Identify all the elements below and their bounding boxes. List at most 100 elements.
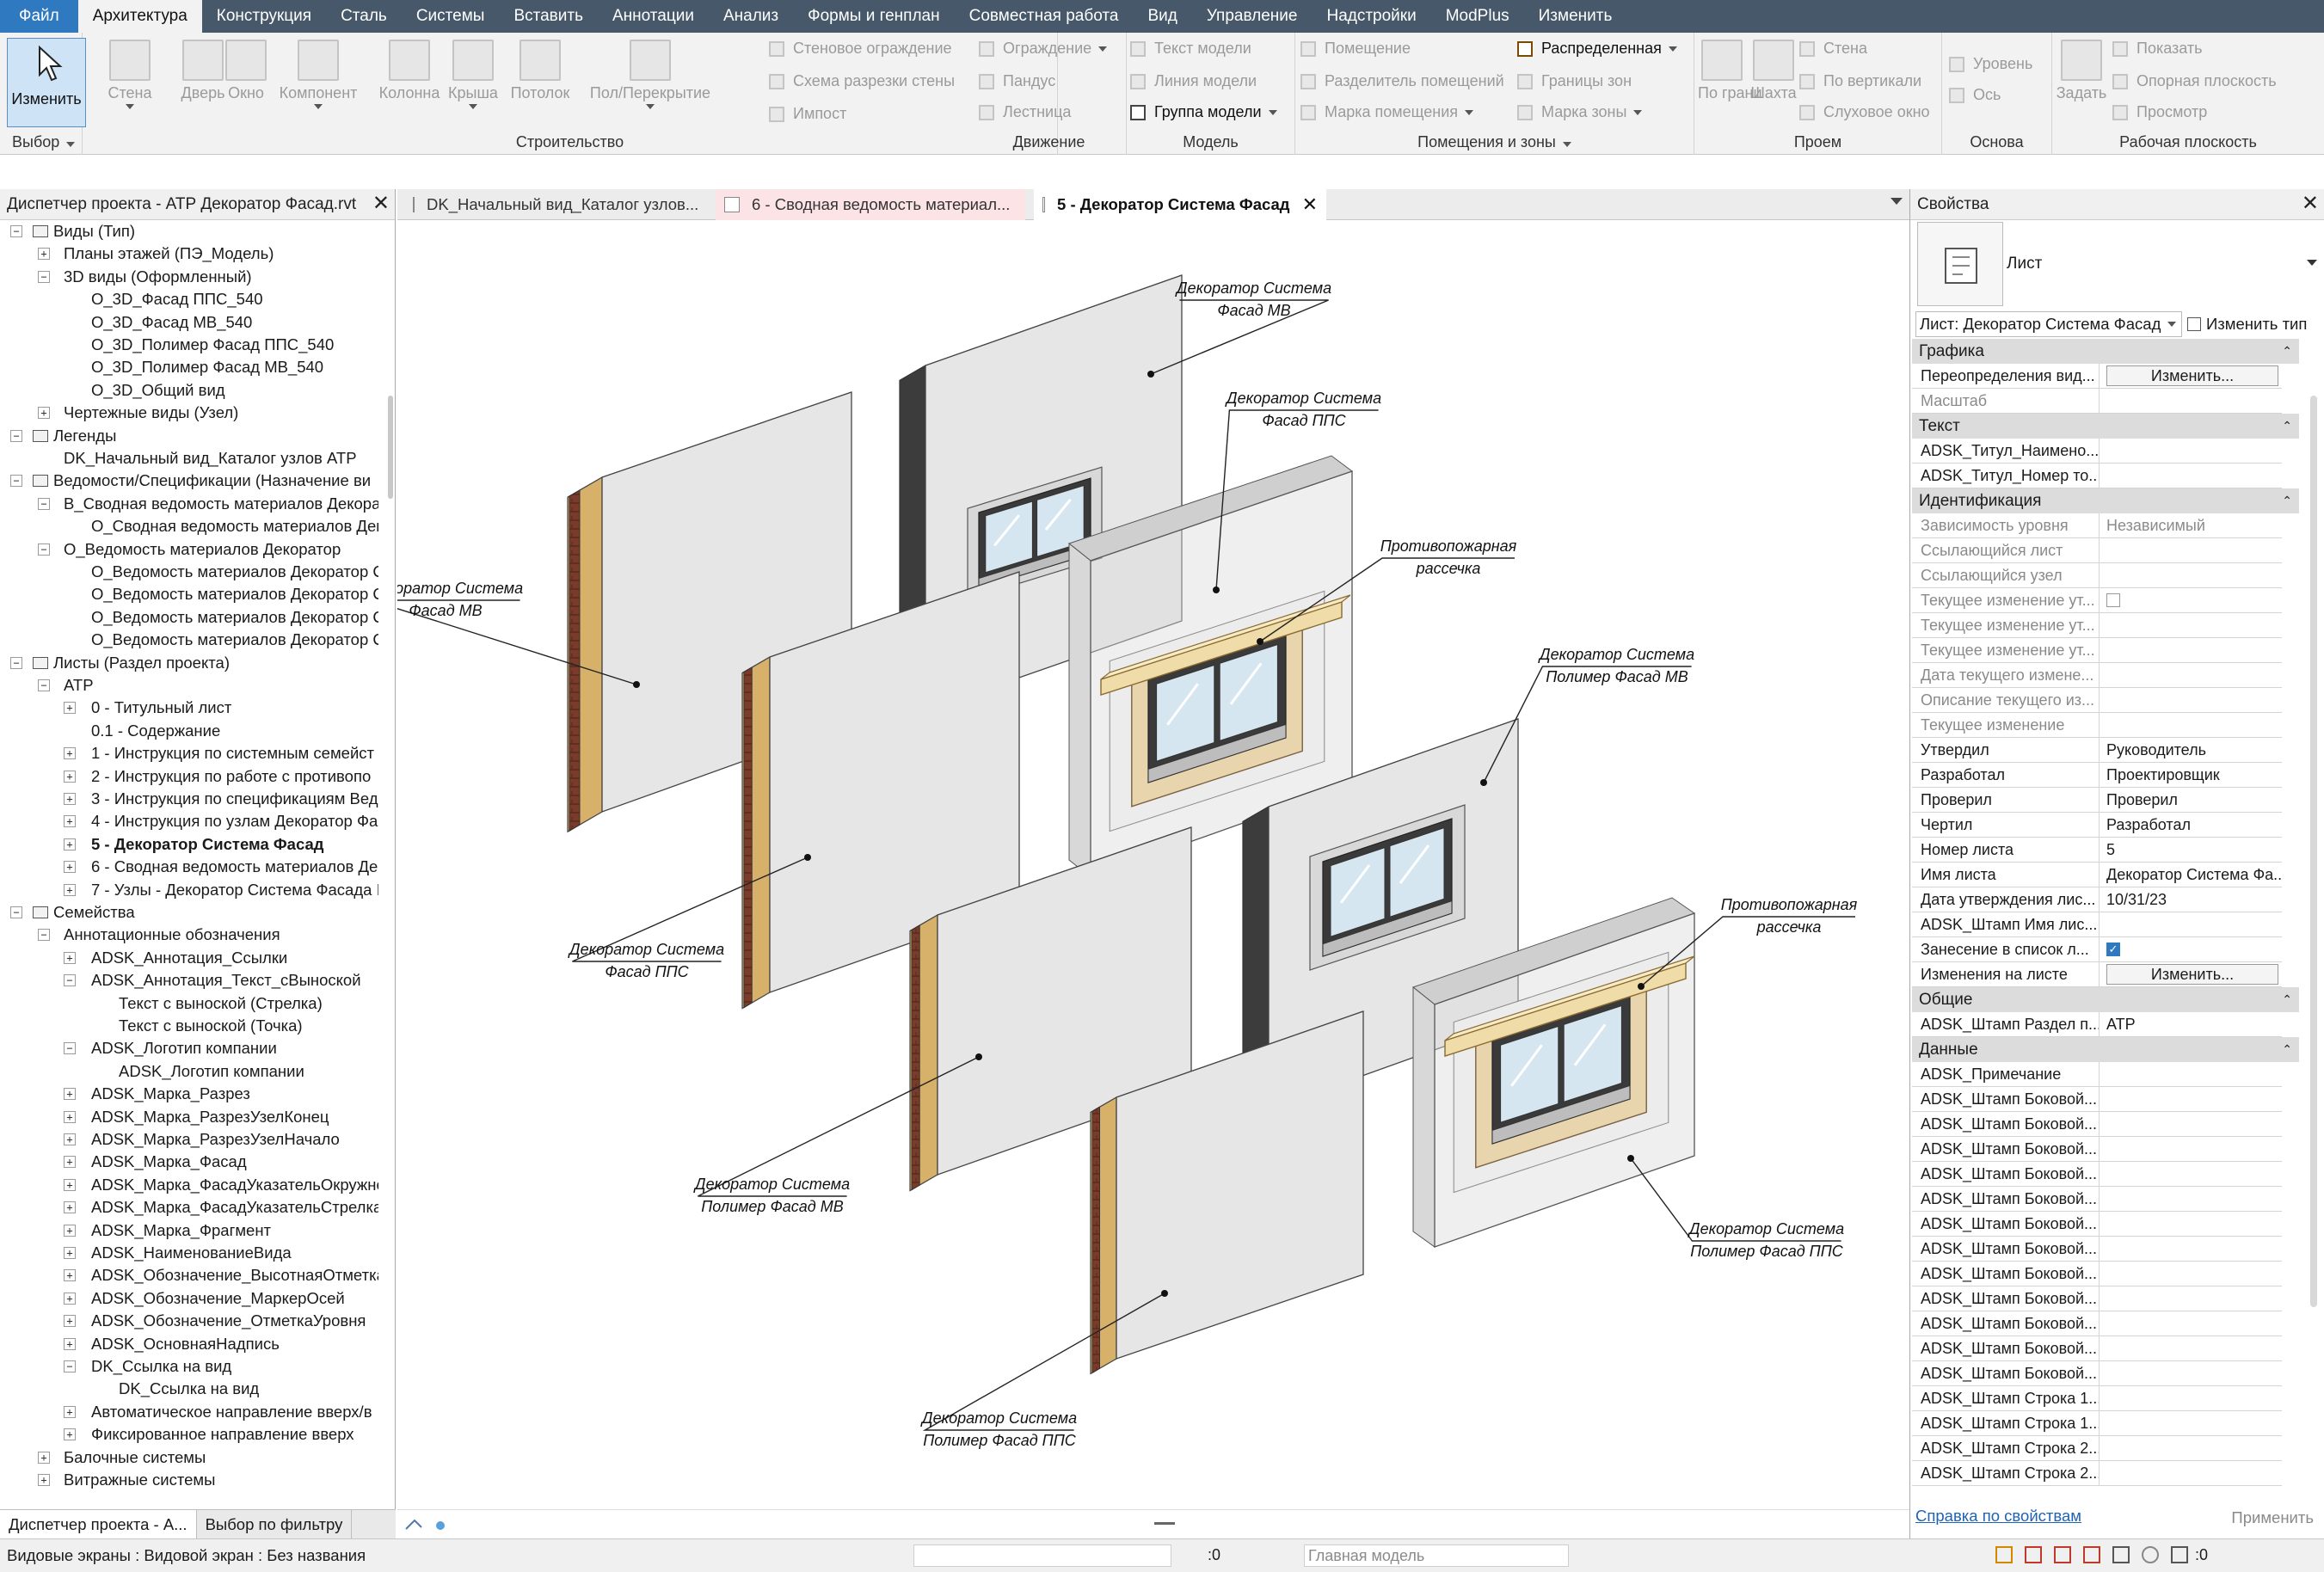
set-workplane-button[interactable]: Задать (2056, 36, 2107, 102)
property-value[interactable] (2101, 1386, 2282, 1410)
collapse-icon[interactable]: − (64, 1042, 76, 1055)
tree-item[interactable]: ADSK_Логотип компании (119, 1060, 304, 1083)
tree-item[interactable]: 0 - Титульный лист (91, 697, 231, 719)
property-row[interactable]: Номер листа 5 (1912, 838, 2282, 863)
checkbox[interactable] (2106, 593, 2120, 607)
tree-item[interactable]: ADSK_Марка_ФасадУказательОкружно (91, 1174, 378, 1196)
expand-icon[interactable]: + (64, 1315, 76, 1328)
expand-icon[interactable]: + (64, 838, 76, 850)
property-row[interactable]: ADSK_Титул_Номер то... (1912, 464, 2282, 488)
expand-icon[interactable]: + (64, 1337, 76, 1350)
tree-item[interactable]: 1 - Инструкция по системным семейст (91, 742, 374, 765)
property-value[interactable] (2101, 713, 2282, 737)
tree-item[interactable]: О_3D_Полимер Фасад МВ_540 (91, 356, 323, 378)
property-value[interactable]: Разработал (2101, 813, 2282, 837)
property-group-header[interactable]: Графика ⌃ (1912, 339, 2299, 364)
property-value[interactable] (2101, 613, 2282, 637)
tree-item[interactable]: ADSK_Марка_ФасадУказательСтрелка (91, 1196, 378, 1219)
tree-item[interactable]: 3D виды (Оформленный) (64, 266, 252, 288)
collapse-icon[interactable]: − (38, 679, 50, 691)
property-value[interactable]: Руководитель (2101, 738, 2282, 762)
select-by-face-icon[interactable] (2083, 1546, 2100, 1563)
select-pinned-icon[interactable] (2054, 1546, 2071, 1563)
property-value[interactable]: 10/31/23 (2101, 887, 2282, 912)
tree-item[interactable]: DK_Ссылка на вид (119, 1378, 259, 1400)
ribbon-tab-6[interactable]: Аннотации (598, 0, 709, 33)
property-value[interactable] (2101, 1087, 2282, 1111)
room-tag-button[interactable]: Марка помещения (1300, 103, 1474, 121)
tree-item[interactable]: В_Сводная ведомость материалов Декорат (64, 493, 378, 515)
expand-icon[interactable]: + (64, 815, 76, 828)
property-value[interactable] (2101, 1162, 2282, 1186)
tree-item[interactable]: Легенды (33, 425, 116, 447)
tree-item[interactable]: ADSK_Марка_РазрезУзелКонец (91, 1106, 329, 1128)
property-value[interactable] (2101, 1187, 2282, 1211)
property-value[interactable]: Изменить... (2101, 364, 2282, 388)
ceiling-button[interactable]: Потолок (506, 36, 575, 102)
wall-opening-button[interactable]: Стена (1799, 40, 1867, 58)
ribbon-tab-2[interactable]: Конструкция (202, 0, 326, 33)
expand-icon[interactable]: + (64, 1405, 76, 1418)
property-row[interactable]: Текущее изменение (1912, 713, 2282, 738)
area-button[interactable]: Распределенная (1517, 40, 1677, 58)
tree-item[interactable]: Чертежные виды (Узел) (64, 402, 238, 424)
expand-icon[interactable]: + (64, 1156, 76, 1169)
property-row[interactable]: Описание текущего из... (1912, 688, 2282, 713)
expand-icon[interactable]: + (64, 883, 76, 896)
select-underlay-icon[interactable] (2025, 1546, 2042, 1563)
stair-button[interactable]: Лестница (979, 103, 1071, 121)
hscroll-thumb[interactable] (1154, 1522, 1175, 1525)
property-row[interactable]: Занесение в список л... ✓ (1912, 937, 2282, 962)
property-value[interactable] (2101, 1237, 2282, 1261)
tree-item[interactable]: ADSK_Аннотация_Текст_сВыноской (91, 969, 361, 992)
close-icon[interactable]: ✕ (2302, 193, 2319, 215)
tree-item[interactable]: ADSK_Марка_РазрезУзелНачало (91, 1128, 340, 1151)
property-value[interactable] (2101, 389, 2282, 413)
property-value[interactable] (2101, 1411, 2282, 1435)
drawing-canvas[interactable]: Декоратор Система Фасад МВ Декоратор Систе… (397, 220, 1909, 1509)
property-row[interactable]: Имя листа Декоратор Система Фа... (1912, 863, 2282, 887)
collapse-icon[interactable]: − (38, 929, 50, 942)
tab-filter-selection[interactable]: Выбор по фильтру (197, 1510, 353, 1539)
dormer-button[interactable]: Слуховое окно (1799, 103, 1930, 121)
ribbon-tab-7[interactable]: Анализ (709, 0, 793, 33)
property-row[interactable]: ADSK_Штамп Боковой... (1912, 1087, 2282, 1112)
property-value[interactable] (2101, 1286, 2282, 1311)
property-row[interactable]: Изменения на листе Изменить... (1912, 962, 2282, 987)
tree-item[interactable]: Аннотационные обозначения (64, 924, 280, 946)
tree-item[interactable]: 0.1 - Содержание (91, 720, 220, 742)
property-row[interactable]: ADSK_Штамп Строка 1... (1912, 1386, 2282, 1411)
tree-item[interactable]: Виды (Тип) (33, 220, 135, 243)
property-value[interactable]: ✓ (2101, 937, 2282, 961)
collapse-icon[interactable]: ⌃ (2282, 992, 2292, 1007)
tree-item[interactable]: Витражные системы (64, 1469, 215, 1491)
property-value[interactable] (2101, 464, 2282, 488)
property-row[interactable]: ADSK_Штамп Боковой... (1912, 1336, 2282, 1361)
roof-button[interactable]: Крыша (439, 36, 507, 109)
property-value[interactable] (2101, 1262, 2282, 1286)
area-boundary-button[interactable]: Границы зон (1517, 72, 1632, 90)
room-separator-button[interactable]: Разделитель помещений (1300, 72, 1504, 90)
property-value[interactable] (2101, 1461, 2282, 1485)
ribbon-tab-8[interactable]: Формы и генплан (793, 0, 954, 33)
property-value[interactable] (2101, 1112, 2282, 1136)
property-group-header[interactable]: Идентификация ⌃ (1912, 488, 2299, 513)
apply-button[interactable]: Применить (2231, 1508, 2314, 1527)
collapse-icon[interactable]: − (10, 656, 22, 669)
curtain-grid-button[interactable]: Стеновое ограждение (769, 40, 952, 58)
expand-icon[interactable]: + (64, 861, 76, 874)
model-text-button[interactable]: Текст модели (1130, 40, 1251, 58)
property-row[interactable]: Переопределения вид... Изменить... (1912, 364, 2282, 389)
collapse-icon[interactable]: − (64, 1360, 76, 1372)
collapse-icon[interactable]: ⌃ (2282, 344, 2292, 359)
edit-button[interactable]: Изменить... (2106, 365, 2278, 386)
tree-item[interactable]: О_3D_Фасад ППС_540 (91, 288, 263, 310)
tree-item[interactable]: ADSK_НаименованиеВида (91, 1242, 292, 1264)
tree-item[interactable]: Планы этажей (ПЭ_Модель) (64, 243, 274, 265)
filter-icon[interactable] (2171, 1546, 2188, 1563)
doc-tab-sheet[interactable]: 5 - Декоратор Система Фасад ✕ (1034, 189, 1326, 220)
ribbon-tab-11[interactable]: Управление (1192, 0, 1313, 33)
property-value[interactable]: Декоратор Система Фа... (2101, 863, 2282, 887)
tree-item[interactable]: О_3D_Общий вид (91, 379, 225, 402)
expand-icon[interactable]: + (64, 1088, 76, 1101)
